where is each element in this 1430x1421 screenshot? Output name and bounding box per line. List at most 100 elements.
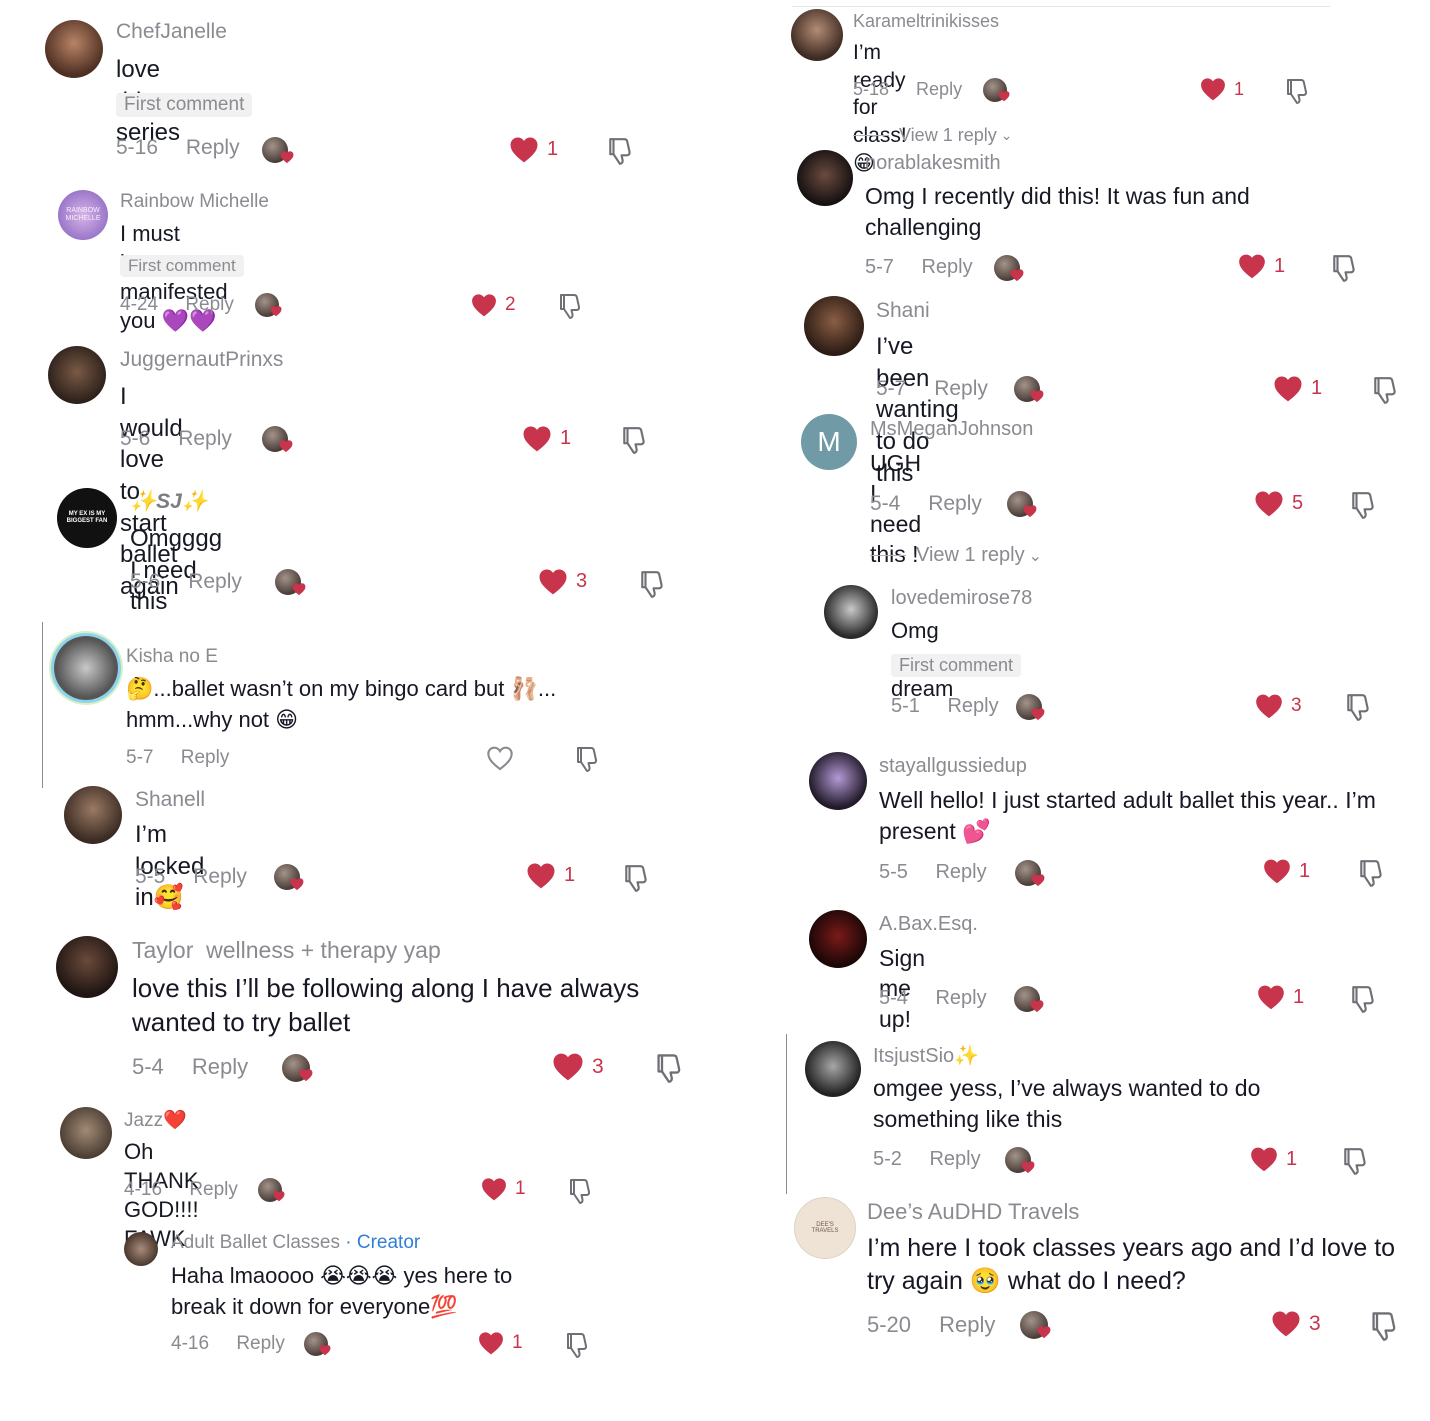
like-button[interactable]: 1: [1273, 375, 1322, 402]
thumbs-down-icon[interactable]: [568, 1177, 594, 1205]
avatar[interactable]: M: [801, 414, 857, 470]
like-button[interactable]: 1: [526, 862, 575, 889]
reply-button[interactable]: Reply: [189, 1179, 238, 1200]
comment-username[interactable]: Taylor wellness + therapy yap: [132, 937, 441, 964]
avatar[interactable]: [805, 1041, 861, 1097]
comment-meta: 5-4 Reply: [132, 1054, 248, 1080]
reply-button[interactable]: Reply: [939, 1312, 995, 1337]
thumbs-down-icon[interactable]: [1370, 1310, 1400, 1342]
like-button[interactable]: [486, 745, 522, 771]
thumbs-down-icon[interactable]: [621, 425, 649, 455]
reply-button[interactable]: Reply: [188, 570, 242, 593]
like-button[interactable]: 1: [1238, 253, 1285, 279]
like-button[interactable]: 1: [481, 1177, 526, 1201]
like-button[interactable]: 1: [478, 1331, 523, 1355]
reply-button[interactable]: Reply: [181, 747, 230, 768]
thumbs-down-icon[interactable]: [1345, 692, 1373, 722]
avatar[interactable]: [45, 20, 103, 78]
comment-username[interactable]: Shanell: [135, 788, 205, 812]
reply-button[interactable]: Reply: [178, 427, 232, 450]
comment-username[interactable]: norablakesmith: [865, 152, 1001, 175]
reply-button[interactable]: Reply: [921, 256, 972, 278]
view-replies-button[interactable]: View 1 reply ⌄: [870, 544, 1042, 567]
avatar[interactable]: MY EX IS MY BIGGEST FAN: [57, 488, 117, 548]
like-button[interactable]: 1: [1263, 858, 1310, 884]
thumbs-down-icon[interactable]: [1372, 375, 1400, 405]
like-button[interactable]: 1: [1250, 1146, 1297, 1172]
thumbs-down-icon[interactable]: [558, 292, 584, 320]
thumbs-down-icon[interactable]: [1350, 490, 1378, 520]
reply-button[interactable]: Reply: [928, 492, 982, 515]
avatar[interactable]: [797, 150, 853, 206]
reply-button[interactable]: Reply: [186, 136, 240, 159]
thumbs-down-icon[interactable]: [1331, 253, 1359, 283]
reply-button[interactable]: Reply: [916, 79, 962, 99]
thumbs-down-icon[interactable]: [623, 863, 651, 893]
thumbs-down-icon[interactable]: [1285, 77, 1311, 105]
like-button[interactable]: 1: [1257, 984, 1304, 1010]
avatar[interactable]: [64, 786, 122, 844]
avatar[interactable]: [809, 752, 867, 810]
thumbs-down-icon[interactable]: [607, 136, 635, 166]
avatar[interactable]: [791, 9, 843, 61]
like-button[interactable]: 1: [1200, 77, 1244, 101]
comment-text: I’m here I took classes years ago and I’…: [867, 1234, 1396, 1295]
avatar[interactable]: RAINBOW MICHELLE: [58, 190, 108, 240]
thumbs-down-icon[interactable]: [1342, 1146, 1370, 1176]
avatar[interactable]: [54, 636, 118, 700]
comment-username[interactable]: Rainbow Michelle: [120, 191, 269, 213]
avatar-text: DEE'S TRAVELS: [811, 1222, 839, 1234]
avatar[interactable]: [56, 936, 118, 998]
comment-username[interactable]: Kisha no E: [126, 646, 218, 668]
thumbs-down-icon[interactable]: [1350, 984, 1378, 1014]
comment-date: 5-20: [867, 1312, 912, 1337]
reply-button[interactable]: Reply: [935, 987, 986, 1009]
comment-username[interactable]: A.Bax.Esq.: [879, 913, 978, 936]
avatar[interactable]: [60, 1107, 112, 1159]
comment-username[interactable]: ✨SJ✨: [130, 490, 208, 514]
reply-button[interactable]: Reply: [935, 861, 986, 883]
avatar[interactable]: [809, 910, 867, 968]
like-button[interactable]: 1: [509, 136, 558, 163]
comment-username[interactable]: Shani: [876, 299, 930, 323]
thumbs-down-icon[interactable]: [639, 569, 667, 599]
like-button[interactable]: 3: [552, 1052, 604, 1081]
reply-button[interactable]: Reply: [185, 294, 234, 315]
divider: [792, 6, 1330, 7]
comment-username[interactable]: Adult Ballet Classes · Creator: [171, 1232, 420, 1254]
thumbs-down-icon[interactable]: [565, 1331, 591, 1359]
avatar[interactable]: [804, 296, 864, 356]
avatar[interactable]: [824, 585, 878, 639]
comment-username[interactable]: stayallgussiedup: [879, 755, 1027, 778]
reply-button[interactable]: Reply: [193, 865, 247, 888]
avatar[interactable]: DEE'S TRAVELS: [794, 1197, 856, 1259]
comment-username[interactable]: JuggernautPrinxs: [120, 348, 283, 372]
comment-username[interactable]: Jazz❤️: [124, 1108, 187, 1132]
comment-username[interactable]: Karameltrinikisses: [853, 11, 999, 32]
avatar[interactable]: [124, 1232, 158, 1266]
like-button[interactable]: 1: [522, 425, 571, 452]
comment-username[interactable]: ChefJanelle: [116, 20, 227, 44]
view-replies-button[interactable]: View 1 reply ⌄: [853, 125, 1012, 146]
avatar[interactable]: [48, 346, 106, 404]
comment-username[interactable]: Dee’s AuDHD Travels: [867, 1199, 1079, 1225]
reply-button[interactable]: Reply: [236, 1333, 285, 1354]
reply-button[interactable]: Reply: [929, 1148, 980, 1170]
like-button[interactable]: 3: [1255, 693, 1302, 719]
comment-meta: 5-18 Reply: [853, 79, 962, 100]
comment-username[interactable]: lovedemirose78: [891, 587, 1032, 610]
reply-button[interactable]: Reply: [192, 1054, 248, 1079]
comment-username[interactable]: MsMeganJohnson: [870, 418, 1033, 441]
like-button[interactable]: 3: [1271, 1310, 1321, 1337]
comment-username[interactable]: ItsjustSio✨: [873, 1043, 979, 1068]
like-count: 1: [1274, 254, 1286, 277]
like-button[interactable]: 3: [538, 568, 587, 595]
reply-button[interactable]: Reply: [947, 695, 998, 717]
thumbs-down-icon[interactable]: [655, 1052, 685, 1084]
comment-meta: 5-6 Reply: [130, 570, 242, 594]
like-button[interactable]: 2: [471, 293, 516, 317]
reply-button[interactable]: Reply: [934, 377, 988, 400]
like-button[interactable]: 5: [1254, 490, 1303, 517]
thumbs-down-icon[interactable]: [575, 745, 601, 773]
thumbs-down-icon[interactable]: [1358, 858, 1386, 888]
